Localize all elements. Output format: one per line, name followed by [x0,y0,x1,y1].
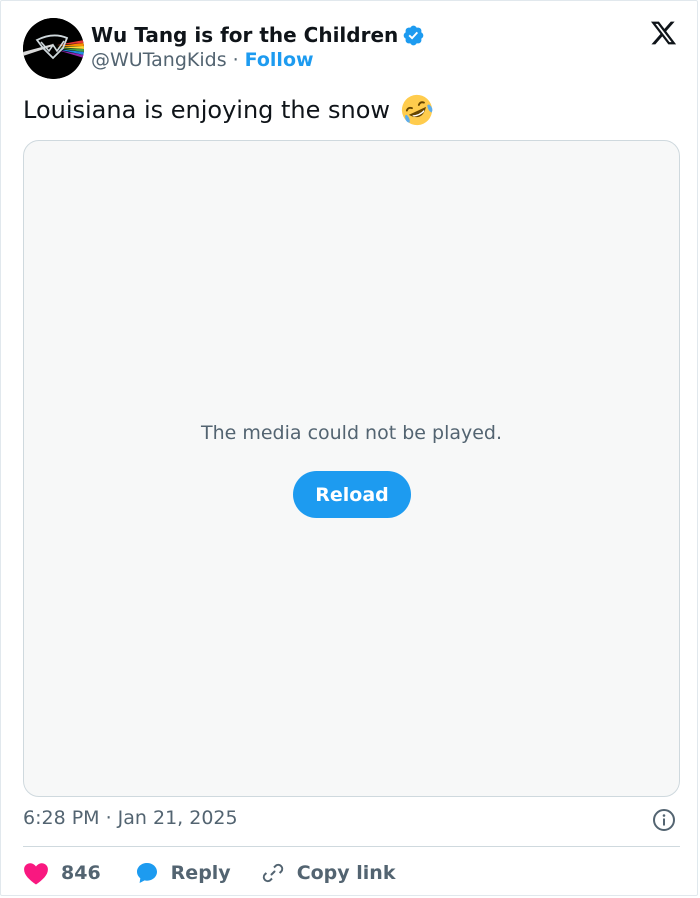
reload-button[interactable]: Reload [293,471,411,518]
follow-button[interactable]: Follow [245,49,314,71]
copy-link-label: Copy link [296,862,396,884]
author-name[interactable]: Wu Tang is for the Children [91,23,398,47]
tweet-text: Louisiana is enjoying the snow [23,93,434,127]
handle-separator: · [232,49,239,71]
speech-bubble-icon [135,861,159,885]
author-name-row: Wu Tang is for the Children [91,23,425,47]
copy-link-button[interactable]: Copy link [261,861,396,885]
info-icon[interactable] [652,808,676,832]
rolling-on-the-floor-laughing-icon [400,93,434,127]
reply-button[interactable]: Reply [135,861,231,885]
reply-label: Reply [170,862,231,884]
tweet-card: Wu Tang is for the Children @WUTangKids … [0,0,698,896]
author-handle[interactable]: @WUTangKids [91,49,227,71]
x-logo-icon[interactable] [649,19,678,47]
media-error-message: The media could not be played. [200,422,503,444]
link-icon [261,861,285,885]
action-bar: 846 Reply Copy link [23,858,395,888]
divider [23,846,680,847]
like-button[interactable]: 846 [23,861,101,885]
author-handle-row: @WUTangKids · Follow [91,49,314,71]
avatar[interactable] [23,18,84,79]
verified-badge-icon [402,24,425,47]
media-container[interactable]: The media could not be played. Reload [23,140,680,797]
tweet-body: Louisiana is enjoying the snow [23,96,391,124]
like-count: 846 [61,862,101,884]
tweet-timestamp[interactable]: 6:28 PM · Jan 21, 2025 [23,807,238,829]
heart-icon [23,861,49,885]
